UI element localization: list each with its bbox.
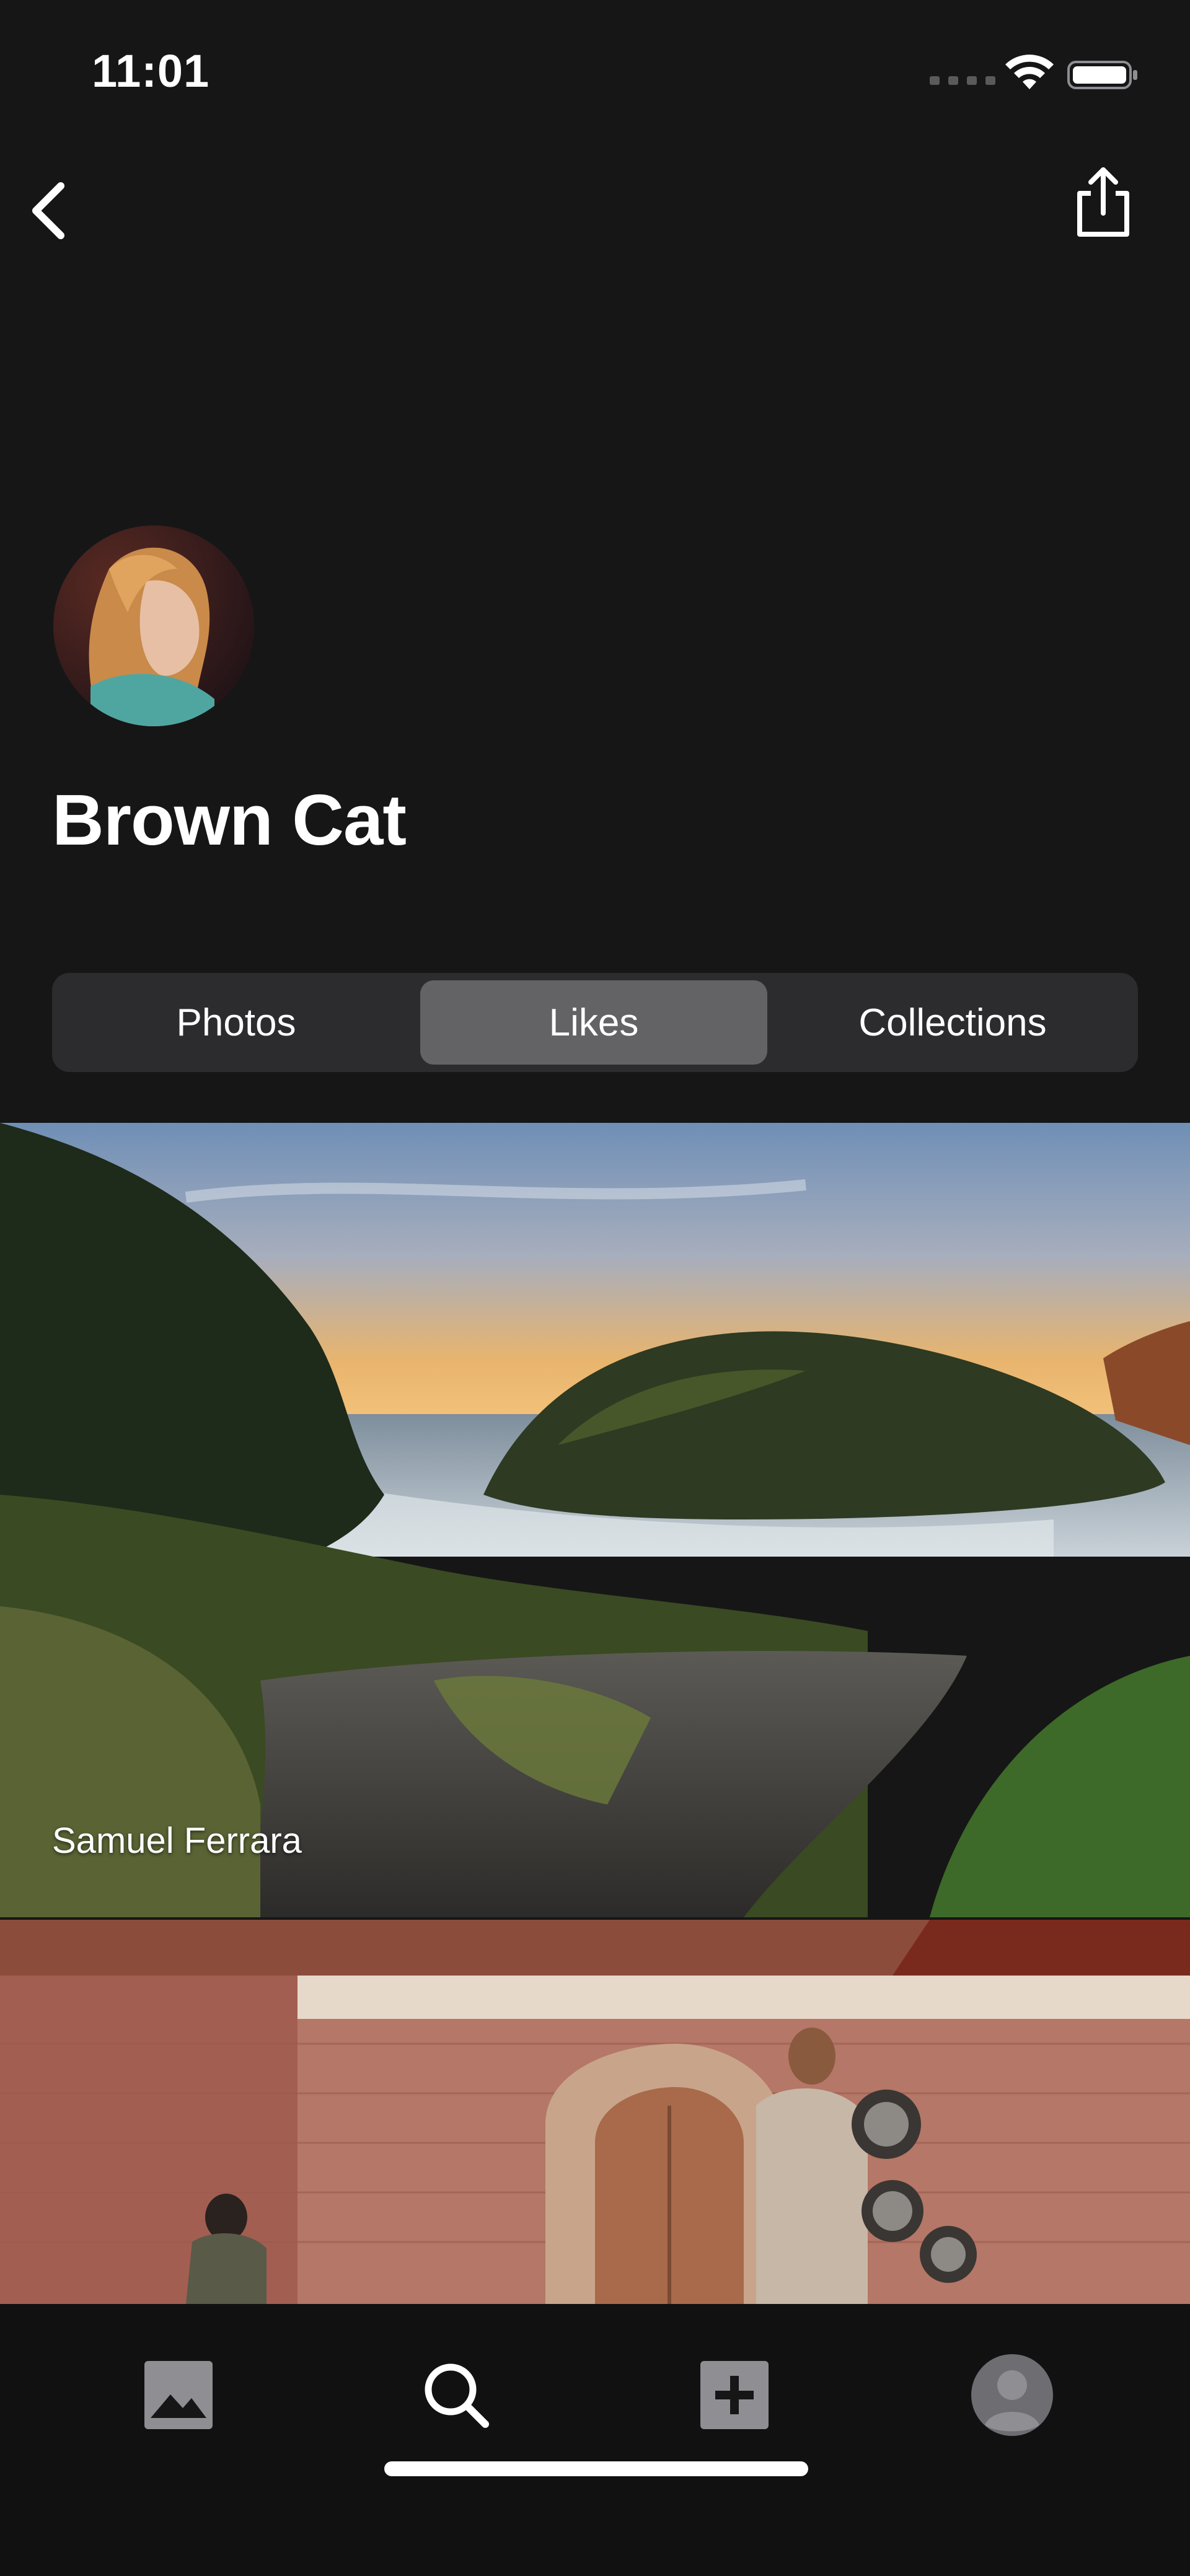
wifi-icon <box>1005 55 1054 89</box>
home-indicator <box>384 2461 808 2476</box>
landscape-photo <box>0 1123 1190 1917</box>
tab-photos[interactable]: Photos <box>58 980 414 1065</box>
photo-author: Samuel Ferrara <box>52 1821 302 1861</box>
avatar[interactable] <box>53 525 254 726</box>
share-button[interactable] <box>1066 161 1140 248</box>
temple-photo <box>0 1920 1190 2304</box>
tab-likes[interactable]: Likes <box>420 980 767 1065</box>
back-button[interactable] <box>19 174 81 248</box>
tab-search[interactable] <box>403 2342 509 2448</box>
photo-icon <box>144 2361 213 2429</box>
share-icon <box>1077 167 1129 237</box>
photo-card[interactable] <box>0 1920 1190 2304</box>
photo-card[interactable]: Samuel Ferrara <box>0 1123 1190 1917</box>
status-time: 11:01 <box>92 45 210 97</box>
chevron-left-icon <box>32 182 64 239</box>
profile-tabs: Photos Likes Collections <box>52 973 1138 1072</box>
battery-icon <box>1067 61 1137 89</box>
tab-bar <box>0 2304 1190 2576</box>
profile-screen: 11:01 Brown Cat Photos Likes Collections… <box>0 0 1190 2576</box>
search-icon <box>425 2363 489 2428</box>
add-icon <box>700 2361 769 2429</box>
profile-name: Brown Cat <box>52 780 407 860</box>
tab-collections[interactable]: Collections <box>774 980 1132 1065</box>
cellular-signal-icon <box>930 76 995 85</box>
tab-add[interactable] <box>682 2342 787 2448</box>
tab-profile[interactable] <box>959 2342 1065 2448</box>
profile-icon <box>971 2354 1053 2436</box>
tab-photos-feed[interactable] <box>126 2342 231 2448</box>
